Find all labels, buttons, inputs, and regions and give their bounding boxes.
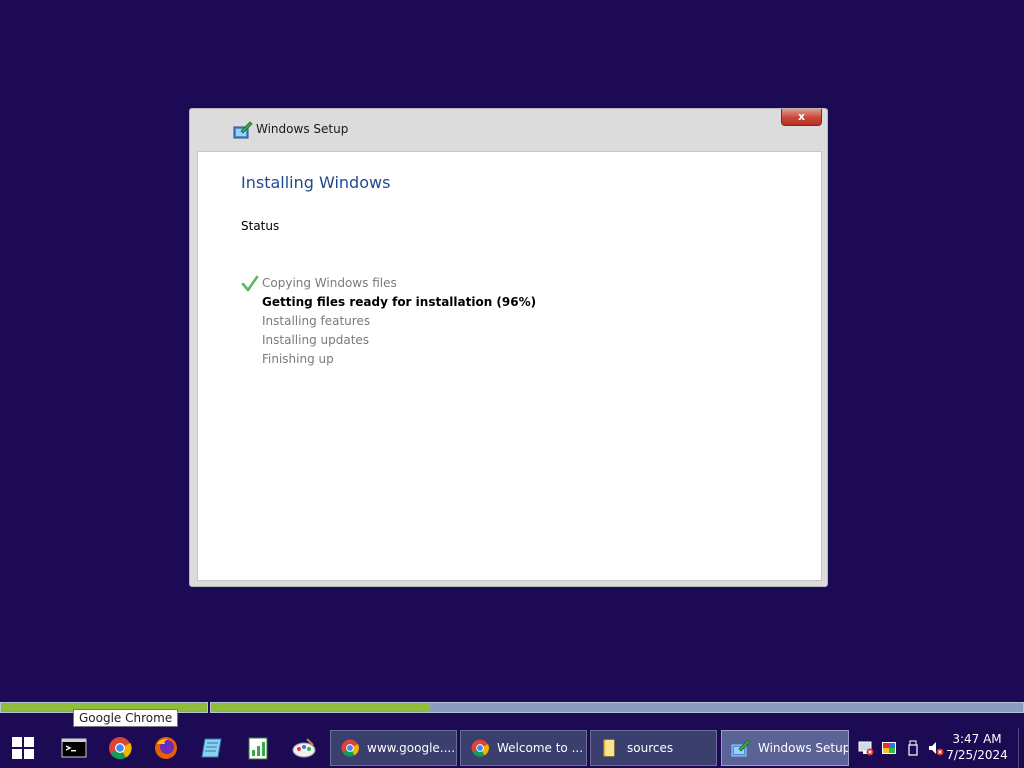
paint-icon[interactable]	[291, 735, 317, 761]
chrome-icon	[471, 739, 489, 757]
title-bar[interactable]: Windows Setup x	[190, 109, 827, 151]
step-item: Installing updates	[241, 331, 536, 350]
step-item: Installing features	[241, 312, 536, 331]
taskbar-app-label: sources	[627, 741, 674, 755]
taskbar-app-windows-setup[interactable]: Windows Setup	[721, 730, 849, 766]
taskbar-app-chrome-google[interactable]: www.google....	[330, 730, 457, 766]
step-label: Finishing up	[262, 352, 334, 366]
step-item: Copying Windows files	[241, 274, 536, 293]
step-label: Getting files ready for installation (96…	[262, 295, 537, 309]
clock-date: 7/25/2024	[946, 748, 1008, 762]
color-icon[interactable]	[881, 740, 897, 756]
spreadsheet-icon[interactable]	[245, 735, 271, 761]
taskbar-app-chrome-welcome[interactable]: Welcome to ...	[460, 730, 587, 766]
taskbar: www.google.... Welcome to ... sources Wi…	[0, 728, 1024, 768]
notepad-icon[interactable]	[199, 735, 225, 761]
setup-icon	[731, 739, 751, 757]
status-label: Status	[241, 219, 280, 233]
chrome-icon	[341, 739, 359, 757]
step-label: Installing updates	[262, 333, 370, 347]
firefox-icon[interactable]	[153, 735, 179, 761]
close-button[interactable]: x	[781, 109, 822, 126]
taskbar-app-label: www.google....	[367, 741, 456, 755]
usb-icon[interactable]	[905, 740, 921, 756]
volume-muted-icon[interactable]	[928, 740, 944, 756]
checkmark-icon	[241, 275, 259, 292]
step-item: Finishing up	[241, 350, 536, 369]
page-title: Installing Windows	[241, 173, 391, 192]
tooltip: Google Chrome	[73, 709, 179, 727]
taskbar-app-label: Windows Setup	[758, 741, 849, 755]
setup-content-panel: Installing Windows Status Copying Window…	[197, 151, 822, 581]
progress-segment-2	[210, 702, 1024, 713]
taskbar-app-label: Welcome to ...	[497, 741, 584, 755]
step-label: Copying Windows files	[262, 276, 397, 290]
network-icon[interactable]	[858, 740, 874, 756]
command-prompt-icon[interactable]	[61, 735, 87, 761]
step-list: Copying Windows files Getting files read…	[241, 274, 536, 369]
chrome-icon[interactable]	[107, 735, 133, 761]
start-icon[interactable]	[12, 737, 34, 759]
windows-setup-window: Windows Setup x Installing Windows Statu…	[189, 108, 828, 587]
taskbar-app-sources[interactable]: sources	[590, 730, 717, 766]
folder-icon	[603, 739, 615, 757]
clock-time: 3:47 AM	[952, 732, 1002, 746]
step-item-active: Getting files ready for installation (96…	[241, 293, 536, 312]
show-desktop-button[interactable]	[1018, 728, 1024, 768]
progress-fill	[211, 704, 431, 711]
system-clock[interactable]: 3:47 AM 7/25/2024	[946, 731, 1008, 763]
step-label: Installing features	[262, 314, 371, 328]
setup-icon	[233, 121, 253, 139]
window-title: Windows Setup	[256, 122, 349, 136]
